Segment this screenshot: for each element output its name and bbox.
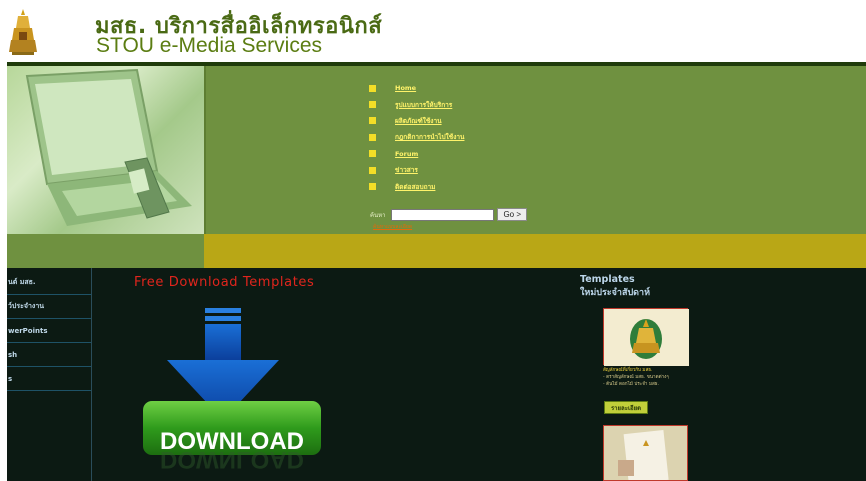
nav-item-forum[interactable]: Forum: [369, 146, 464, 162]
right-subtitle: ใหม่ประจำสัปดาห์: [580, 288, 651, 298]
detail-button[interactable]: รายละเอียด: [604, 401, 648, 414]
download-banner-image[interactable]: DOWNLOAD DOWNLOAD: [135, 304, 325, 481]
search-bar: ค้นหา Go >: [370, 208, 528, 221]
banner-olive-strip: [204, 234, 866, 268]
template-thumbnail-2[interactable]: [603, 425, 688, 481]
banner-divider: [204, 66, 206, 234]
download-reflection: DOWNLOAD: [160, 446, 304, 473]
nav-bullet-icon: [369, 117, 376, 125]
nav-bullet-icon: [369, 84, 376, 92]
sidebar: นต์ มสธ. ว์ประจำงาน werPoints sh s: [7, 268, 92, 481]
template-thumbnail[interactable]: [603, 308, 689, 366]
nav-item-services[interactable]: รูปแบบการให้บริการ: [369, 96, 464, 112]
sidebar-item-powerpoints[interactable]: werPoints: [7, 319, 91, 343]
content-area: นต์ มสธ. ว์ประจำงาน werPoints sh s Free …: [7, 268, 866, 481]
nav-item-products[interactable]: ผลิตภัณฑ์ใช้งาน: [369, 113, 464, 129]
right-title: Templates: [580, 274, 635, 285]
nav-link[interactable]: Home: [395, 84, 416, 92]
main-nav: Home รูปแบบการให้บริการ ผลิตภัณฑ์ใช้งาน …: [369, 80, 464, 195]
nav-link[interactable]: ผลิตภัณฑ์ใช้งาน: [395, 116, 442, 126]
sidebar-item-5[interactable]: s: [7, 367, 91, 391]
template-desc-line: สัญลักษณ์ที่เกี่ยวกับ มสธ.: [603, 368, 653, 373]
advanced-search-link[interactable]: ค้นหาแบบละเอียด: [373, 223, 412, 231]
nav-link[interactable]: Forum: [395, 150, 418, 158]
arrow-bar-icon: [205, 316, 241, 321]
sidebar-item-flash[interactable]: sh: [7, 343, 91, 367]
nav-bullet-icon: [369, 101, 376, 109]
template-description: สัญลักษณ์ที่เกี่ยวกับ มสธ. - ตราสัญลักษณ…: [603, 367, 703, 388]
nav-bullet-icon: [369, 183, 376, 191]
sidebar-item-1[interactable]: นต์ มสธ.: [7, 271, 91, 295]
laptop-banner-image: [7, 66, 204, 234]
nav-bullet-icon: [369, 150, 376, 158]
template-desc-line: - ตราสัญลักษณ์ มสธ. ขนาดต่างๆ: [603, 375, 669, 380]
nav-item-news[interactable]: ข่าวสาร: [369, 162, 464, 178]
nav-item-rules[interactable]: กฎกติกาการนำไปใช้งาน: [369, 129, 464, 145]
nav-link[interactable]: ข่าวสาร: [395, 165, 418, 175]
site-title-english: STOU e-Media Services: [96, 34, 323, 57]
banner: Home รูปแบบการให้บริการ ผลิตภัณฑ์ใช้งาน …: [7, 62, 866, 268]
nav-bullet-icon: [369, 133, 376, 141]
main-title: Free Download Templates: [134, 275, 315, 290]
stou-emblem-icon[interactable]: [8, 8, 38, 56]
nav-item-contact[interactable]: ติดต่อสอบถาม: [369, 178, 464, 194]
arrow-bar-icon: [205, 308, 241, 313]
search-label: ค้นหา: [370, 211, 386, 219]
nav-bullet-icon: [369, 166, 376, 174]
nav-item-home[interactable]: Home: [369, 80, 464, 96]
nav-link[interactable]: รูปแบบการให้บริการ: [395, 100, 452, 110]
banner-green-strip: [7, 234, 204, 268]
nav-link[interactable]: ติดต่อสอบถาม: [395, 182, 435, 192]
search-input[interactable]: [391, 208, 495, 221]
template-desc-line: - ต้นไม้ ดอกไม้ ประจำ มสธ.: [603, 382, 660, 387]
nav-link[interactable]: กฎกติกาการนำไปใช้งาน: [395, 132, 464, 142]
site-header: มสธ. บริการสื่ออิเล็กทรอนิกส์ STOU e-Med…: [0, 0, 866, 62]
arrow-shaft-icon: [205, 324, 241, 360]
search-go-button[interactable]: Go >: [497, 208, 528, 221]
sidebar-item-2[interactable]: ว์ประจำงาน: [7, 295, 91, 319]
